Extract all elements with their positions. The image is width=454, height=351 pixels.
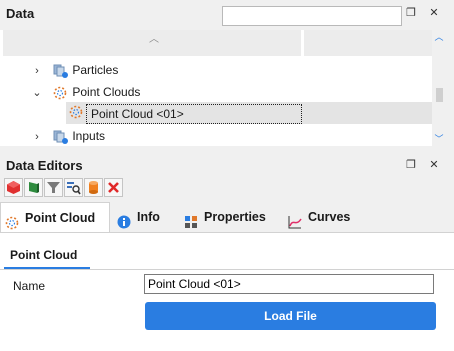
- scroll-thumb[interactable]: [436, 88, 443, 102]
- red-cube-button[interactable]: [4, 178, 23, 197]
- tab-properties[interactable]: Properties: [184, 202, 266, 232]
- delete-button[interactable]: [104, 178, 123, 197]
- tree-column-header[interactable]: ︿: [3, 30, 301, 56]
- sort-caret-icon: ︿: [149, 34, 159, 45]
- data-panel-title: Data: [6, 6, 35, 21]
- tree-item-point-cloud-01[interactable]: Point Cloud <01>: [86, 104, 302, 124]
- filter-button[interactable]: [44, 178, 63, 197]
- scroll-down-icon[interactable]: ﹀: [434, 134, 444, 144]
- tree-column-header-2[interactable]: [304, 30, 432, 56]
- filter-icon: [47, 182, 60, 193]
- data-tree: ︿ › Particles ⌄ Point Clouds Point Cloud…: [0, 30, 432, 146]
- subtab-point-cloud[interactable]: Point Cloud: [4, 243, 90, 269]
- point-cloud-icon: [53, 86, 69, 100]
- chevron-down-icon[interactable]: ⌄: [30, 83, 44, 103]
- scroll-up-icon[interactable]: ︿: [434, 32, 444, 42]
- green-flag-button[interactable]: [24, 178, 43, 197]
- subtab-divider: [0, 269, 454, 270]
- tab-label: Properties: [204, 210, 266, 224]
- editors-panel-header: Data Editors ❐ ✕: [0, 152, 454, 178]
- chevron-right-icon[interactable]: ›: [30, 127, 44, 146]
- search-list-button[interactable]: [64, 178, 83, 197]
- tab-label: Curves: [308, 210, 351, 224]
- tree-item-particles[interactable]: › Particles: [30, 60, 118, 80]
- close-panel-icon[interactable]: ✕: [426, 157, 442, 173]
- name-field[interactable]: [144, 274, 434, 294]
- close-panel-icon[interactable]: ✕: [426, 5, 442, 21]
- tab-curves[interactable]: Curves: [288, 202, 350, 232]
- delete-icon: [108, 182, 119, 193]
- float-panel-icon[interactable]: ❐: [403, 5, 419, 21]
- tab-label: Point Cloud: [25, 211, 96, 225]
- tab-point-cloud[interactable]: Point Cloud: [0, 202, 110, 233]
- load-file-button[interactable]: Load File: [145, 302, 436, 330]
- point-cloud-icon: [5, 211, 19, 230]
- editors-panel-title: Data Editors: [6, 158, 83, 173]
- tree-item-point-clouds[interactable]: ⌄ Point Clouds: [30, 82, 140, 102]
- red-cube-icon: [7, 181, 20, 194]
- tree-item-inputs[interactable]: › Inputs: [30, 126, 105, 146]
- curves-icon: [288, 210, 302, 229]
- editor-content: Point Cloud Name Load File: [0, 232, 454, 351]
- data-search-input[interactable]: [222, 6, 402, 26]
- green-flag-icon: [29, 182, 39, 193]
- tab-label: Info: [137, 210, 160, 224]
- float-panel-icon[interactable]: ❐: [403, 157, 419, 173]
- tree-item-label: Particles: [72, 63, 119, 77]
- editor-tabs: Point Cloud Info Properties Curves: [0, 202, 454, 233]
- tree-scrollbar[interactable]: ︿ ﹀: [432, 30, 446, 146]
- search-list-icon: [67, 182, 81, 195]
- tree-item-label: Point Clouds: [72, 85, 141, 99]
- tree-item-label: Inputs: [72, 129, 106, 143]
- chevron-right-icon[interactable]: ›: [30, 61, 44, 81]
- orange-cylinder-icon: [89, 181, 98, 194]
- name-label: Name: [13, 279, 46, 293]
- inputs-icon: [53, 130, 69, 144]
- particles-icon: [53, 64, 69, 78]
- orange-cylinder-button[interactable]: [84, 178, 103, 197]
- data-panel-header: Data ❐ ✕: [0, 0, 454, 26]
- info-icon: [117, 210, 131, 229]
- point-cloud-icon: [68, 105, 84, 119]
- properties-icon: [184, 210, 198, 228]
- tab-info[interactable]: Info: [117, 202, 160, 232]
